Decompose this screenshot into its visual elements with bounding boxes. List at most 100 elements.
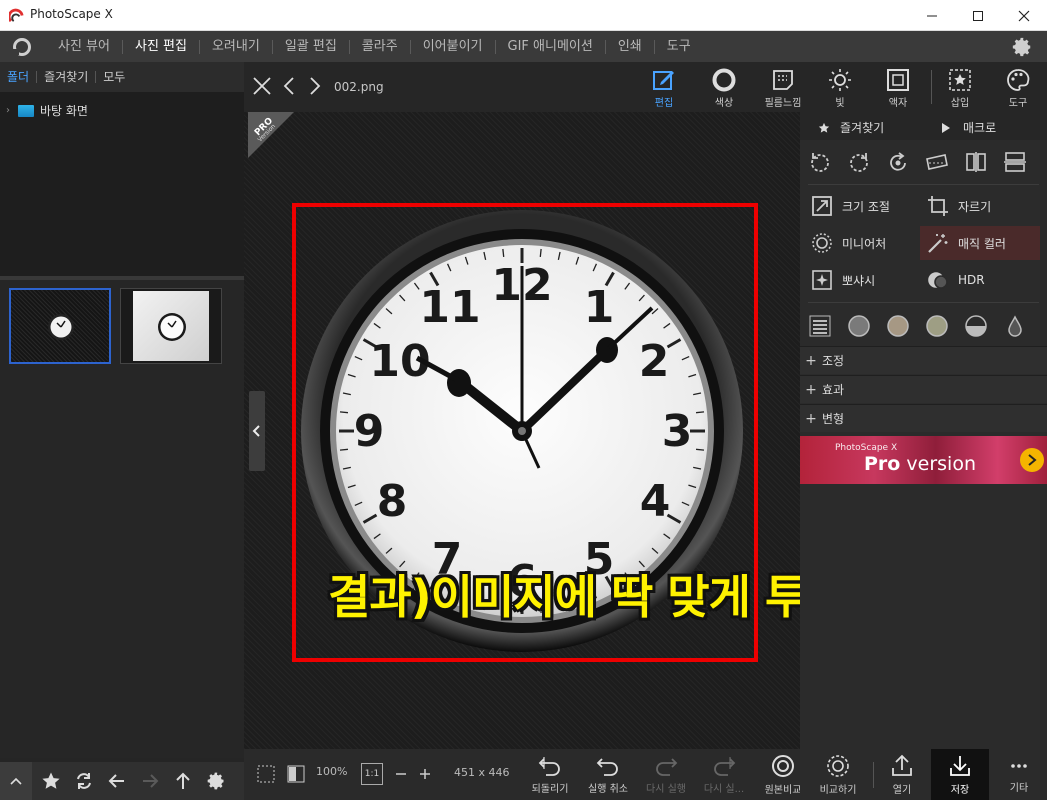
more-label: 기타 (1009, 782, 1029, 794)
menu-item-editor[interactable]: 사진 편집 (123, 39, 200, 54)
category-insert-label: 삽입 (950, 98, 970, 109)
category-film[interactable]: 필름느낌 (757, 62, 809, 112)
category-insert[interactable]: 삽입 (938, 62, 982, 112)
image-canvas[interactable]: PRO Version 12 1 2 3 4 5 6 7 8 9 10 11 결… (244, 112, 1047, 749)
straighten-icon (925, 154, 948, 170)
zoom-value[interactable]: 100% (316, 765, 347, 778)
minimize-button[interactable] (909, 0, 955, 31)
collapse-up-button[interactable] (0, 762, 32, 800)
undo-button[interactable]: 실행 취소 (583, 749, 633, 800)
prev-image-icon[interactable] (282, 76, 296, 96)
tree-item-desktop[interactable]: › 바탕 화면 (6, 102, 88, 119)
redo-button[interactable]: 다시 실행 (641, 749, 691, 800)
main-menu-bar: 사진 뷰어 사진 편집 오려내기 일괄 편집 콜라주 이어붙이기 GIF 애니메… (0, 31, 1047, 62)
zoom-out-icon[interactable] (395, 768, 407, 780)
resize-tool[interactable]: 크기 조절 (810, 189, 922, 223)
category-frame[interactable]: 액자 (876, 62, 920, 112)
menu-item-batch[interactable]: 일괄 편집 (273, 39, 350, 54)
rotate-right-button[interactable] (839, 151, 878, 173)
zoom-in-icon[interactable] (419, 768, 431, 780)
panel-collapse-handle[interactable] (249, 391, 265, 471)
filter-drop-button[interactable] (995, 315, 1034, 337)
forward-button[interactable] (133, 762, 166, 800)
crop-tool[interactable]: 자르기 (926, 189, 1038, 223)
close-window-button[interactable] (1001, 0, 1047, 31)
favorites-tab[interactable]: 즐겨찾기 (818, 119, 884, 136)
macro-label: 매크로 (963, 121, 997, 135)
menu-item-viewer[interactable]: 사진 뷰어 (46, 39, 123, 54)
filter-olive-button[interactable] (917, 315, 956, 337)
magic-color-tool[interactable]: 매직 컬러 (920, 226, 1040, 260)
category-edit[interactable]: 편집 (640, 62, 688, 112)
next-image-icon[interactable] (308, 76, 322, 96)
section-effects[interactable]: + 효과 (800, 375, 1047, 403)
settings-gear-icon[interactable] (1011, 36, 1033, 58)
filter-list-button[interactable] (800, 315, 839, 337)
arrow-left-icon (108, 774, 124, 788)
category-light[interactable]: 빛 (818, 62, 862, 112)
category-tools[interactable]: 도구 (996, 62, 1040, 112)
panel-header: 즐겨찾기 매크로 (800, 112, 1047, 140)
download-icon (950, 755, 970, 776)
browser-settings-button[interactable] (199, 762, 232, 800)
more-button[interactable]: 기타 (996, 749, 1042, 800)
redo-all-button[interactable]: 다시 실... (699, 749, 749, 800)
macro-tab[interactable]: 매크로 (941, 119, 996, 136)
menu-item-tools[interactable]: 도구 (655, 39, 703, 54)
rotate-flip-row (800, 142, 1047, 182)
drop-icon (1007, 315, 1022, 337)
category-color-label: 색상 (714, 98, 734, 109)
pro-version-badge[interactable]: PRO Version (248, 112, 298, 162)
flip-vertical-button[interactable] (995, 151, 1034, 173)
chevron-right-icon[interactable] (1020, 448, 1044, 472)
up-folder-button[interactable] (166, 762, 199, 800)
category-color[interactable]: 색상 (702, 62, 746, 112)
menu-item-gif[interactable]: GIF 애니메이션 (496, 39, 606, 54)
background-toggle-icon[interactable] (286, 764, 306, 784)
rotate-left-button[interactable] (800, 151, 839, 173)
section-adjust[interactable]: + 조정 (800, 346, 1047, 374)
open-label: 열기 (892, 784, 912, 796)
save-button[interactable]: 저장 (931, 749, 989, 800)
undo-all-button[interactable]: 되돌리기 (525, 749, 575, 800)
miniature-tool[interactable]: 미니어처 (810, 226, 922, 260)
pro-version-banner[interactable]: PhotoScape X Pro version (800, 436, 1047, 484)
thumbnail-item[interactable] (120, 288, 222, 364)
section-transform[interactable]: + 변형 (800, 404, 1047, 432)
home-logo-icon[interactable] (11, 36, 33, 58)
arrow-up-icon (175, 772, 190, 789)
menu-item-collage[interactable]: 콜라주 (350, 39, 411, 54)
filter-half-icon (964, 315, 987, 337)
gear-icon (207, 772, 223, 790)
menu-item-cutout[interactable]: 오려내기 (200, 39, 273, 54)
chevron-up-icon (10, 777, 22, 785)
back-button[interactable] (100, 762, 133, 800)
folder-icon (18, 104, 34, 117)
maximize-button[interactable] (955, 0, 1001, 31)
promo-brand: PhotoScape X (835, 443, 898, 453)
tab-folder[interactable]: 폴더 (0, 71, 38, 83)
select-marquee-icon[interactable] (256, 764, 276, 784)
bokeh-tool[interactable]: 뽀샤시 (810, 263, 922, 297)
filter-warm-button[interactable] (878, 315, 917, 337)
close-icon (1018, 10, 1030, 21)
filter-half-button[interactable] (956, 315, 995, 337)
menu-item-combine[interactable]: 이어붙이기 (411, 39, 496, 54)
actual-size-button[interactable]: 1:1 (361, 763, 383, 785)
tab-all[interactable]: 모두 (96, 71, 132, 83)
refresh-button[interactable] (67, 762, 100, 800)
editor-bottom-toolbar: 100% 1:1 451 x 446 되돌리기 실행 취소 다시 실행 다시 실… (244, 749, 801, 800)
open-button[interactable]: 열기 (878, 749, 926, 800)
menu-item-print[interactable]: 인쇄 (606, 39, 655, 54)
rotate-free-button[interactable] (878, 151, 917, 173)
chevron-right-icon[interactable]: › (6, 105, 18, 116)
straighten-button[interactable] (917, 151, 956, 173)
hdr-tool[interactable]: HDR (926, 263, 1038, 297)
tab-favorites[interactable]: 즐겨찾기 (37, 71, 97, 83)
flip-horizontal-button[interactable] (956, 151, 995, 173)
filter-gray-button[interactable] (839, 315, 878, 337)
close-image-icon[interactable] (252, 76, 272, 96)
thumbnail-item[interactable] (9, 288, 111, 364)
compare-button[interactable]: 비교하기 (810, 749, 866, 800)
favorite-button[interactable] (34, 762, 67, 800)
